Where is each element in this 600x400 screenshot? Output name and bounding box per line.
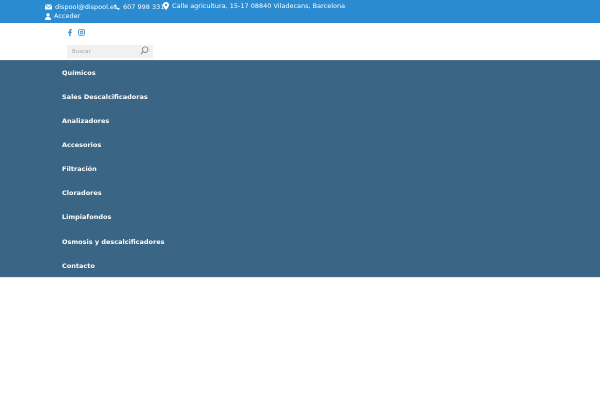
search-icon[interactable]	[140, 46, 149, 55]
location-pin-icon	[163, 2, 169, 10]
login-link[interactable]: Acceder	[45, 12, 80, 20]
phone-text: 607 998 331	[123, 3, 165, 11]
header	[0, 23, 600, 60]
menu-item-filtracion[interactable]: Filtración	[62, 165, 97, 177]
menu-divider	[0, 277, 600, 278]
menu-item-accesorios[interactable]: Accesorios	[62, 141, 101, 153]
instagram-icon	[77, 28, 85, 36]
phone-icon	[114, 4, 120, 10]
menu-item-osmosis[interactable]: Osmosis y descalcificadores	[62, 238, 165, 250]
search-input[interactable]	[67, 45, 137, 58]
search-bar	[67, 45, 153, 58]
instagram-link[interactable]	[77, 28, 85, 36]
menu-item-sales-descalcificadoras[interactable]: Sales Descalcificadoras	[62, 93, 148, 105]
menu-item-limpiafondos[interactable]: Limpiafondos	[62, 213, 111, 225]
menu-item-contacto[interactable]: Contacto	[62, 262, 95, 274]
facebook-link[interactable]	[66, 28, 74, 36]
menu-item-analizadores[interactable]: Analizadores	[62, 117, 109, 129]
top-info-bar: dispool@dispool.es 607 998 331 Calle agr…	[0, 0, 600, 23]
address-text: Calle agricultura, 15-17 08840 Viladecan…	[172, 2, 346, 10]
facebook-icon	[68, 28, 72, 36]
login-text: Acceder	[54, 12, 81, 20]
menu-item-quimicos[interactable]: Químicos	[62, 69, 96, 81]
user-icon	[45, 12, 51, 20]
email-link[interactable]: dispool@dispool.es	[45, 3, 117, 11]
email-icon	[45, 4, 52, 10]
email-text: dispool@dispool.es	[55, 3, 118, 11]
menu-item-cloradores[interactable]: Cloradores	[62, 189, 102, 201]
main-menu: Químicos Sales Descalcificadoras Analiza…	[0, 60, 600, 278]
address-link[interactable]: Calle agricultura, 15-17 08840 Viladecan…	[163, 2, 345, 10]
phone-link[interactable]: 607 998 331	[114, 3, 164, 11]
